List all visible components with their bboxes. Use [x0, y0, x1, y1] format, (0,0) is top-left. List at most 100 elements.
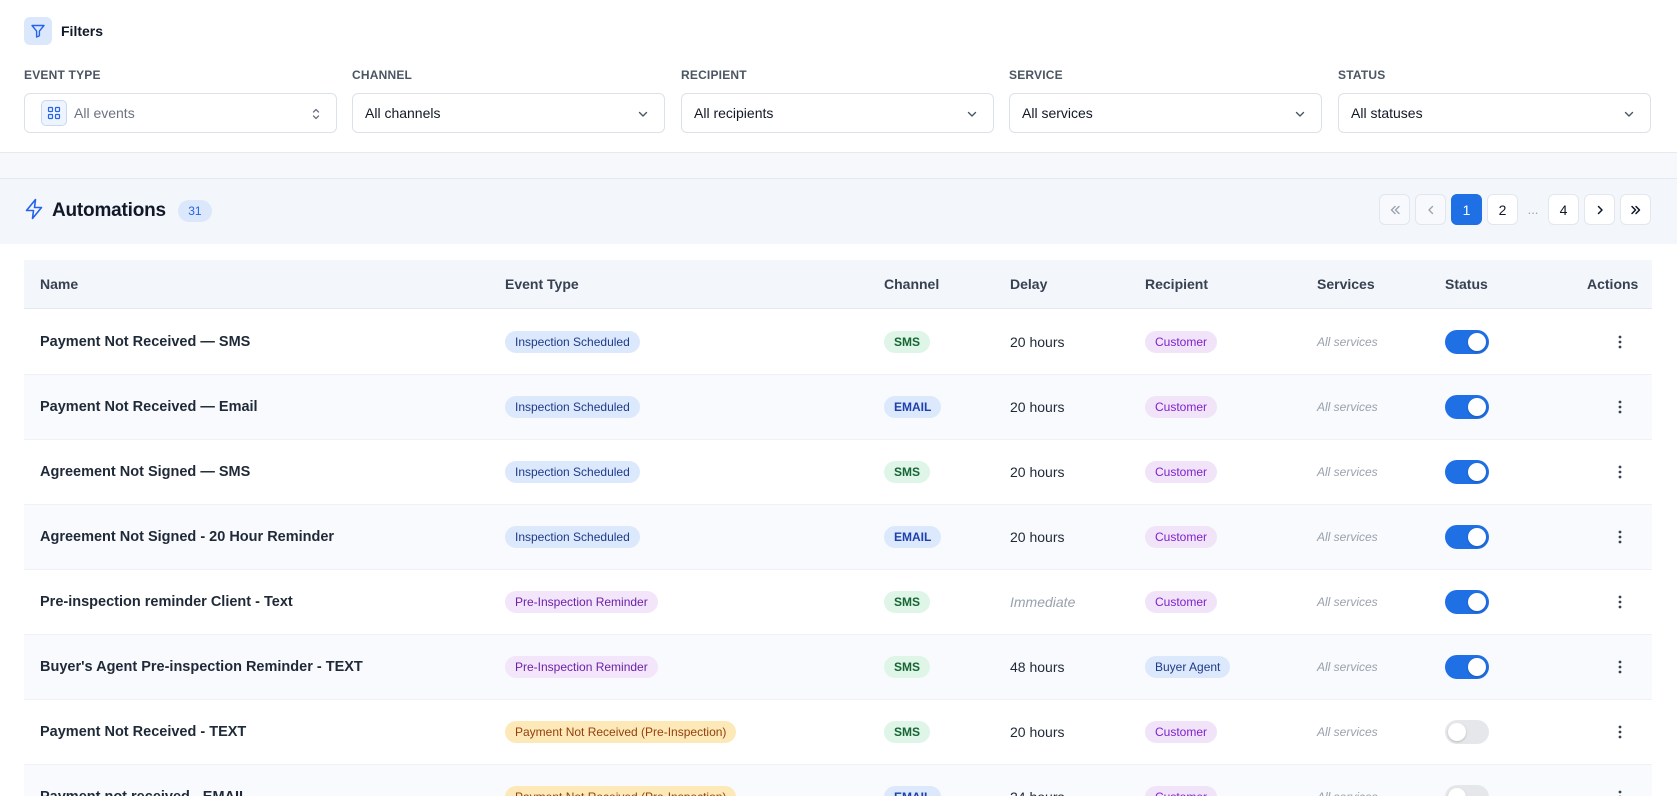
automation-name[interactable]: Payment Not Received - TEXT [40, 700, 246, 764]
prev-page-button[interactable] [1415, 194, 1446, 225]
table-row[interactable]: Agreement Not Signed — SMS Inspection Sch… [24, 440, 1652, 505]
table-row[interactable]: Payment Not Received — Email Inspection S… [24, 375, 1652, 440]
automation-name[interactable]: Agreement Not Signed — SMS [40, 440, 250, 504]
column-header-status[interactable]: Status [1445, 260, 1488, 309]
more-vertical-icon[interactable] [1610, 397, 1630, 417]
recipient-badge: Customer [1145, 331, 1218, 353]
channel-badge: EMAIL [884, 786, 942, 796]
recipient-badge: Customer [1145, 721, 1218, 743]
event-type-badge: Inspection Scheduled [505, 526, 640, 548]
channel-select[interactable]: All channels [352, 93, 665, 133]
event-type-cell: Payment Not Received (Pre-Inspection) [505, 765, 737, 796]
delay-value: Immediate [1010, 594, 1076, 610]
status-cell [1445, 765, 1489, 796]
last-page-button[interactable] [1620, 194, 1651, 225]
automation-name[interactable]: Pre-inspection reminder Client - Text [40, 570, 293, 634]
automation-name[interactable]: Payment Not Received — Email [40, 375, 258, 439]
event-type-cell: Inspection Scheduled [505, 310, 640, 374]
event-type-select[interactable]: All events [24, 93, 337, 133]
column-header-event-type[interactable]: Event Type [505, 260, 579, 309]
next-page-button[interactable] [1584, 194, 1615, 225]
service-select[interactable]: All services [1009, 93, 1322, 133]
status-cell [1445, 375, 1489, 439]
more-vertical-icon[interactable] [1610, 787, 1630, 796]
status-toggle[interactable] [1445, 525, 1489, 549]
table-row[interactable]: Payment Not Received — SMS Inspection Sch… [24, 310, 1652, 375]
status-toggle[interactable] [1445, 655, 1489, 679]
more-vertical-icon[interactable] [1610, 592, 1630, 612]
status-toggle[interactable] [1445, 460, 1489, 484]
status-toggle[interactable] [1445, 330, 1489, 354]
more-vertical-icon[interactable] [1610, 462, 1630, 482]
more-vertical-icon[interactable] [1610, 722, 1630, 742]
table-row[interactable]: Agreement Not Signed - 20 Hour Reminder I… [24, 505, 1652, 570]
column-header-delay[interactable]: Delay [1010, 260, 1047, 309]
table-row[interactable]: Payment not received - EMAIL Payment Not … [24, 765, 1652, 796]
select-value: All events [74, 105, 135, 121]
first-page-button[interactable] [1379, 194, 1410, 225]
event-type-badge: Inspection Scheduled [505, 331, 640, 353]
delay-value: 20 hours [1010, 399, 1065, 415]
filter-label: SERVICE [1009, 68, 1063, 82]
automation-name[interactable]: Agreement Not Signed - 20 Hour Reminder [40, 505, 334, 569]
recipient-cell: Customer [1145, 310, 1218, 374]
automation-name[interactable]: Payment Not Received — SMS [40, 310, 250, 374]
recipient-cell: Customer [1145, 570, 1218, 634]
page-button-1[interactable]: 1 [1451, 194, 1482, 225]
channel-badge: SMS [884, 461, 931, 483]
table-header: Name Event Type Channel Delay Recipient … [24, 260, 1652, 309]
event-type-badge: Pre-Inspection Reminder [505, 591, 658, 613]
select-value: All statuses [1351, 105, 1423, 121]
page-button-4[interactable]: 4 [1548, 194, 1579, 225]
column-header-services[interactable]: Services [1317, 260, 1375, 309]
table-row[interactable]: Payment Not Received - TEXT Payment Not R… [24, 700, 1652, 765]
status-toggle[interactable] [1445, 785, 1489, 796]
column-header-recipient[interactable]: Recipient [1145, 260, 1208, 309]
event-type-cell: Payment Not Received (Pre-Inspection) [505, 700, 737, 764]
services-value: All services [1317, 765, 1378, 796]
column-header-channel[interactable]: Channel [884, 260, 939, 309]
services-value: All services [1317, 595, 1378, 609]
recipient-cell: Customer [1145, 765, 1218, 796]
channel-cell: EMAIL [884, 765, 942, 796]
event-type-cell: Pre-Inspection Reminder [505, 635, 658, 699]
status-cell [1445, 505, 1489, 569]
column-header-name[interactable]: Name [40, 260, 78, 309]
channel-badge: SMS [884, 591, 931, 613]
channel-cell: SMS [884, 700, 931, 764]
recipient-badge: Customer [1145, 526, 1218, 548]
chevron-down-icon [965, 107, 979, 124]
filter-channel: CHANNEL All channels [352, 67, 665, 133]
recipient-select[interactable]: All recipients [681, 93, 994, 133]
status-select[interactable]: All statuses [1338, 93, 1651, 133]
recipient-badge: Customer [1145, 786, 1218, 796]
status-toggle[interactable] [1445, 590, 1489, 614]
delay-value: 20 hours [1010, 724, 1065, 740]
status-cell [1445, 700, 1489, 764]
status-toggle[interactable] [1445, 720, 1489, 744]
actions-cell [1610, 310, 1630, 374]
filter-service: SERVICE All services [1009, 67, 1322, 133]
more-vertical-icon[interactable] [1610, 527, 1630, 547]
status-toggle[interactable] [1445, 395, 1489, 419]
more-vertical-icon[interactable] [1610, 657, 1630, 677]
recipient-cell: Customer [1145, 375, 1218, 439]
filter-icon [24, 17, 52, 45]
automation-name[interactable]: Payment not received - EMAIL [40, 765, 248, 796]
table-row[interactable]: Buyer's Agent Pre-inspection Reminder - … [24, 635, 1652, 700]
status-cell [1445, 635, 1489, 699]
channel-cell: SMS [884, 440, 931, 504]
filter-label: RECIPIENT [681, 68, 747, 82]
pagination-ellipsis: ... [1527, 202, 1539, 217]
more-vertical-icon[interactable] [1610, 332, 1630, 352]
recipient-badge: Customer [1145, 591, 1218, 613]
table-row[interactable]: Pre-inspection reminder Client - Text Pre… [24, 570, 1652, 635]
page-button-2[interactable]: 2 [1487, 194, 1518, 225]
delay-value: 20 hours [1010, 334, 1065, 350]
chevrons-right-icon [1630, 205, 1640, 214]
filter-label: STATUS [1338, 68, 1386, 82]
chevron-up-down-icon [310, 107, 322, 124]
chevron-right-icon [1597, 205, 1603, 214]
automation-name[interactable]: Buyer's Agent Pre-inspection Reminder - … [40, 635, 363, 699]
status-cell [1445, 570, 1489, 634]
